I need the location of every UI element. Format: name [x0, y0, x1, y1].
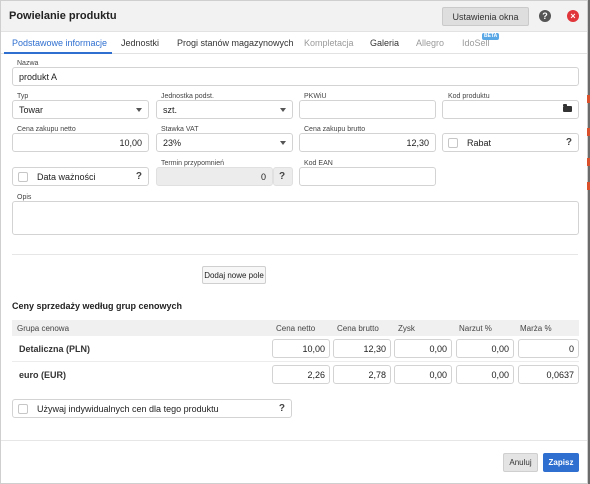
retail-gross-price[interactable]: 12,30 [333, 339, 391, 358]
purchase-gross-field[interactable]: 12,30 [299, 133, 436, 152]
chevron-down-icon [136, 107, 142, 112]
type-select[interactable]: Towar [12, 100, 149, 119]
active-tab-indicator [4, 52, 112, 54]
tab-basic-info[interactable]: Podstawowe informacje [12, 38, 107, 48]
description-label: Opis [17, 194, 32, 201]
add-field-button[interactable]: Dodaj nowe pole [202, 266, 266, 284]
euro-profit[interactable]: 0,00 [394, 365, 452, 384]
cell-value: 10,00 [302, 343, 325, 354]
tab-gallery[interactable]: Galeria [370, 38, 399, 48]
vat-rate-label: Stawka VAT [161, 126, 199, 133]
vat-rate-value: 23% [163, 137, 182, 148]
ean-label: Kod EAN [304, 160, 333, 167]
product-code-label: Kod produktu [448, 93, 490, 100]
cell-value: 2,78 [368, 369, 386, 380]
individual-prices-field[interactable]: Używaj indywidualnych cen dla tego produ… [12, 399, 292, 418]
tab-allegro: Allegro [416, 38, 445, 48]
base-unit-select[interactable]: szt. [156, 100, 293, 119]
tab-stock-thresholds[interactable]: Progi stanów magazynowych [177, 38, 294, 48]
name-value: produkt A [19, 71, 58, 82]
discount-checkbox[interactable] [448, 138, 458, 148]
close-icon[interactable]: × [567, 10, 579, 22]
column-header: Cena brutto [337, 324, 379, 333]
expiry-date-checkbox[interactable] [18, 172, 28, 182]
reminder-help-box[interactable]: ? [273, 167, 293, 186]
purchase-net-value: 10,00 [119, 137, 142, 148]
base-unit-label: Jednostka podst. [161, 93, 214, 100]
retail-markup[interactable]: 0,00 [456, 339, 514, 358]
type-label: Typ [17, 93, 29, 100]
cancel-button[interactable]: Anuluj [503, 453, 538, 472]
prices-section-title: Ceny sprzedaży według grup cenowych [12, 301, 183, 311]
column-header: Grupa cenowa [17, 324, 70, 333]
name-label: Nazwa [17, 60, 39, 67]
column-header: Narzut % [459, 324, 492, 333]
dialog-title: Powielanie produktu [9, 10, 117, 22]
price-group-retail: Detaliczna (PLN) [19, 344, 91, 354]
cell-value: 2,26 [307, 369, 325, 380]
euro-markup[interactable]: 0,00 [456, 365, 514, 384]
pkwiu-field[interactable] [299, 100, 436, 119]
purchase-gross-label: Cena zakupu brutto [304, 126, 366, 133]
column-header: Zysk [398, 324, 415, 333]
prices-table-header: Grupa cenowa Cena netto Cena brutto Zysk… [12, 320, 579, 336]
expiry-date-field[interactable]: Data ważności ? [12, 167, 149, 186]
tab-units[interactable]: Jednostki [121, 38, 159, 48]
beta-badge: BETA [482, 33, 500, 40]
divider [12, 254, 578, 255]
window-settings-button[interactable]: Ustawienia okna [442, 7, 529, 26]
cell-value: 0,00 [491, 343, 509, 354]
row-divider [12, 361, 579, 362]
description-textarea[interactable] [12, 201, 579, 235]
cell-value: 0,00 [491, 369, 509, 380]
tab-bar: Podstawowe informacje Jednostki Progi st… [1, 32, 587, 54]
tab-kitting: Kompletacja [304, 38, 354, 48]
retail-net-price[interactable]: 10,00 [272, 339, 330, 358]
euro-gross-price[interactable]: 2,78 [333, 365, 391, 384]
price-group-euro: euro (EUR) [19, 370, 66, 380]
reminder-term-value: 0 [260, 171, 266, 182]
reminder-help-icon[interactable]: ? [279, 171, 285, 182]
cell-value: 0,00 [429, 369, 447, 380]
discount-label: Rabat [467, 137, 492, 148]
product-code-field[interactable] [442, 100, 579, 119]
individual-prices-help-icon[interactable]: ? [279, 403, 285, 414]
retail-margin[interactable]: 0 [518, 339, 579, 358]
cell-value: 12,30 [363, 343, 386, 354]
expiry-help-icon[interactable]: ? [136, 171, 142, 182]
chevron-down-icon [280, 140, 286, 145]
save-button[interactable]: Zapisz [543, 453, 579, 472]
euro-net-price[interactable]: 2,26 [272, 365, 330, 384]
vat-rate-select[interactable]: 23% [156, 133, 293, 152]
name-field[interactable]: produkt A [12, 67, 579, 86]
cell-value: 0,00 [429, 343, 447, 354]
reminder-term-label: Termin przypomnień [161, 160, 225, 167]
help-icon[interactable]: ? [539, 10, 551, 22]
discount-help-icon[interactable]: ? [566, 137, 572, 148]
euro-margin[interactable]: 0,0637 [518, 365, 579, 384]
reminder-term-field: 0 [156, 167, 273, 186]
retail-profit[interactable]: 0,00 [394, 339, 452, 358]
duplicate-product-dialog: Powielanie produktu Ustawienia okna ? × … [0, 0, 588, 484]
type-value: Towar [19, 104, 44, 115]
folder-icon[interactable] [563, 104, 572, 112]
individual-prices-label: Używaj indywidualnych cen dla tego produ… [37, 403, 219, 414]
column-header: Cena netto [276, 324, 316, 333]
ean-field[interactable] [299, 167, 436, 186]
expiry-date-label: Data ważności [37, 171, 96, 182]
column-header: Marża % [520, 324, 552, 333]
purchase-net-field[interactable]: 10,00 [12, 133, 149, 152]
individual-prices-checkbox[interactable] [18, 404, 28, 414]
pkwiu-label: PKWiU [304, 93, 327, 100]
title-bar: Powielanie produktu Ustawienia okna ? × [1, 1, 587, 32]
base-unit-value: szt. [163, 104, 178, 115]
chevron-down-icon [280, 107, 286, 112]
discount-field[interactable]: Rabat ? [442, 133, 579, 152]
cell-value: 0,0637 [546, 369, 574, 380]
purchase-gross-value: 12,30 [406, 137, 429, 148]
cell-value: 0 [568, 343, 574, 354]
purchase-net-label: Cena zakupu netto [17, 126, 76, 133]
footer-divider [1, 440, 587, 441]
